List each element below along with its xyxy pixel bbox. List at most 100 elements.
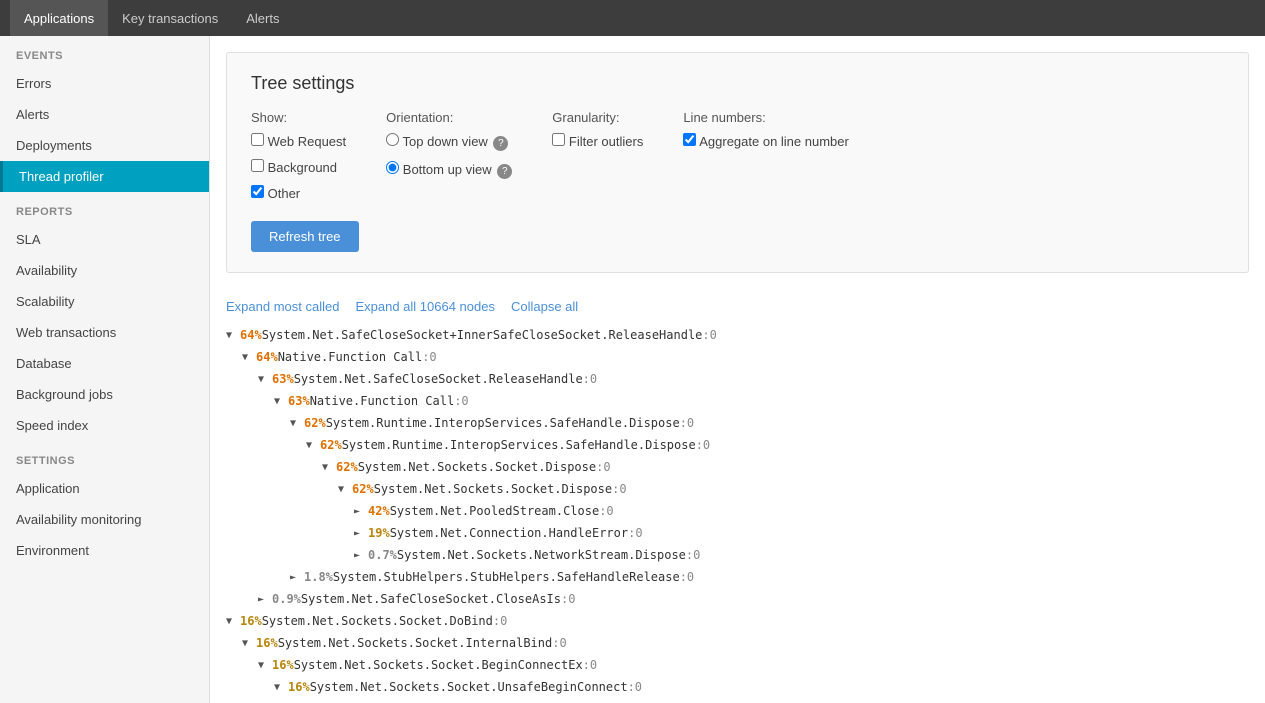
orientation-radios: Top down view ? Bottom up view ?	[386, 133, 512, 183]
main-content: Tree settings Show: Web Request Backgrou…	[210, 36, 1265, 703]
tree-toggle-icon[interactable]: ▼	[290, 416, 304, 431]
top-nav: Applications Key transactions Alerts	[0, 0, 1265, 36]
sidebar-item-environment[interactable]: Environment	[0, 535, 209, 566]
bottom-up-info-icon[interactable]: ?	[497, 164, 512, 179]
node-percentage: 62%	[352, 480, 374, 498]
sidebar-item-application[interactable]: Application	[0, 473, 209, 504]
node-name: System.Net.SafeCloseSocket+InnerSafeClos…	[262, 326, 703, 344]
refresh-tree-button[interactable]: Refresh tree	[251, 221, 359, 252]
tree-toggle-icon[interactable]: ►	[258, 592, 272, 607]
checkbox-web-request-label: Web Request	[268, 134, 347, 149]
node-num: :0	[422, 348, 436, 366]
checkbox-background-input[interactable]	[251, 159, 264, 172]
node-percentage: 64%	[240, 326, 262, 344]
tree-toggle-icon[interactable]: ►	[354, 526, 368, 541]
sidebar-item-deployments[interactable]: Deployments	[0, 130, 209, 161]
expand-all-link[interactable]: Expand all 10664 nodes	[355, 299, 495, 314]
sidebar-item-errors[interactable]: Errors	[0, 68, 209, 99]
radio-top-down-label: Top down view	[403, 134, 488, 149]
tree-row: ▼16% System.Net.Sockets.Socket.InternalB…	[226, 632, 1265, 654]
node-name: System.Net.Sockets.Socket.Dispose	[374, 480, 612, 498]
nav-alerts[interactable]: Alerts	[232, 0, 293, 36]
radio-top-down-input[interactable]	[386, 133, 399, 146]
tree-row: ▼64% System.Net.SafeCloseSocket+InnerSaf…	[226, 324, 1265, 346]
sidebar-item-speed-index[interactable]: Speed index	[0, 410, 209, 441]
checkbox-web-request-input[interactable]	[251, 133, 264, 146]
node-name: System.Runtime.InteropServices.SafeHandl…	[326, 414, 680, 432]
checkbox-other-input[interactable]	[251, 185, 264, 198]
sidebar-item-background-jobs[interactable]: Background jobs	[0, 379, 209, 410]
line-numbers-label: Line numbers:	[683, 110, 849, 125]
sidebar-item-database[interactable]: Database	[0, 348, 209, 379]
orientation-label: Orientation:	[386, 110, 512, 125]
node-name: System.Net.SafeCloseSocket.CloseAsIs	[301, 590, 561, 608]
show-label: Show:	[251, 110, 346, 125]
sidebar-item-scalability[interactable]: Scalability	[0, 286, 209, 317]
tree-toggle-icon[interactable]: ▼	[242, 636, 256, 651]
sidebar-item-availability-monitoring[interactable]: Availability monitoring	[0, 504, 209, 535]
filter-outliers-input[interactable]	[552, 133, 565, 146]
node-percentage: 62%	[336, 458, 358, 476]
tree-toggle-icon[interactable]: ▼	[338, 482, 352, 497]
tree-toggle-icon[interactable]: ►	[290, 570, 304, 585]
line-numbers-group: Line numbers: Aggregate on line number	[683, 110, 849, 153]
tree-row: ▼62% System.Runtime.InteropServices.Safe…	[226, 412, 1265, 434]
radio-bottom-up-input[interactable]	[386, 161, 399, 174]
sidebar-item-web-transactions[interactable]: Web transactions	[0, 317, 209, 348]
node-percentage: 62%	[320, 436, 342, 454]
radio-top-down[interactable]: Top down view ?	[386, 133, 512, 151]
sidebar-item-thread-profiler[interactable]: Thread profiler	[0, 161, 209, 192]
tree-toggle-icon[interactable]: ▼	[322, 460, 336, 475]
node-num: :0	[628, 678, 642, 696]
tree-toggle-icon[interactable]: ▼	[274, 680, 288, 695]
top-down-info-icon[interactable]: ?	[493, 136, 508, 151]
nav-key-transactions[interactable]: Key transactions	[108, 0, 232, 36]
aggregate-checkbox[interactable]: Aggregate on line number	[683, 133, 849, 149]
tree-toggle-icon[interactable]: ▼	[226, 328, 240, 343]
sidebar-item-availability[interactable]: Availability	[0, 255, 209, 286]
tree-toggle-icon[interactable]: ▼	[258, 658, 272, 673]
radio-bottom-up-label: Bottom up view	[403, 162, 492, 177]
tree-toggle-icon[interactable]: ▼	[306, 438, 320, 453]
radio-bottom-up[interactable]: Bottom up view ?	[386, 161, 512, 179]
sidebar: EVENTS Errors Alerts Deployments Thread …	[0, 36, 210, 703]
node-num: :0	[612, 480, 626, 498]
tree-row: ▼63% Native.Function Call:0	[226, 390, 1265, 412]
expand-most-called-link[interactable]: Expand most called	[226, 299, 339, 314]
tree-controls: Expand most called Expand all 10664 node…	[210, 289, 1265, 324]
node-name: System.Runtime.InteropServices.SafeHandl…	[342, 436, 696, 454]
tree-toggle-icon[interactable]: ▼	[226, 614, 240, 629]
collapse-all-link[interactable]: Collapse all	[511, 299, 578, 314]
tree-row: ▼63% System.Net.SafeCloseSocket.ReleaseH…	[226, 368, 1265, 390]
node-num: :0	[628, 524, 642, 542]
node-num: :0	[561, 590, 575, 608]
tree-toggle-icon[interactable]: ▼	[274, 394, 288, 409]
aggregate-input[interactable]	[683, 133, 696, 146]
node-name: System.Net.Sockets.Socket.DoBind	[262, 612, 493, 630]
node-name: System.Net.Connection.HandleError	[390, 524, 628, 542]
node-num: :0	[680, 414, 694, 432]
checkbox-other[interactable]: Other	[251, 185, 346, 201]
node-name: System.Net.SafeCloseSocket.ReleaseHandle	[294, 370, 583, 388]
node-percentage: 16%	[256, 634, 278, 652]
tree-toggle-icon[interactable]: ►	[354, 504, 368, 519]
tree-toggle-icon[interactable]: ►	[354, 548, 368, 563]
node-name: System.Net.PooledStream.Close	[390, 502, 600, 520]
node-num: :0	[599, 502, 613, 520]
sidebar-item-sla[interactable]: SLA	[0, 224, 209, 255]
filter-outliers-checkbox[interactable]: Filter outliers	[552, 133, 643, 149]
events-section-label: EVENTS	[0, 36, 209, 68]
checkbox-web-request[interactable]: Web Request	[251, 133, 346, 149]
checkbox-other-label: Other	[268, 186, 301, 201]
granularity-label: Granularity:	[552, 110, 643, 125]
tree-row: ▼16% System.Net.ServicePoint.ConnectSock…	[226, 698, 1265, 703]
sidebar-item-alerts[interactable]: Alerts	[0, 99, 209, 130]
nav-applications[interactable]: Applications	[10, 0, 108, 36]
node-percentage: 62%	[304, 414, 326, 432]
checkbox-background[interactable]: Background	[251, 159, 346, 175]
tree-toggle-icon[interactable]: ▼	[242, 350, 256, 365]
tree-toggle-icon[interactable]: ▼	[258, 372, 272, 387]
node-percentage: 16%	[288, 678, 310, 696]
node-name: System.Net.Sockets.Socket.Dispose	[358, 458, 596, 476]
node-name: Native.Function Call	[278, 348, 423, 366]
